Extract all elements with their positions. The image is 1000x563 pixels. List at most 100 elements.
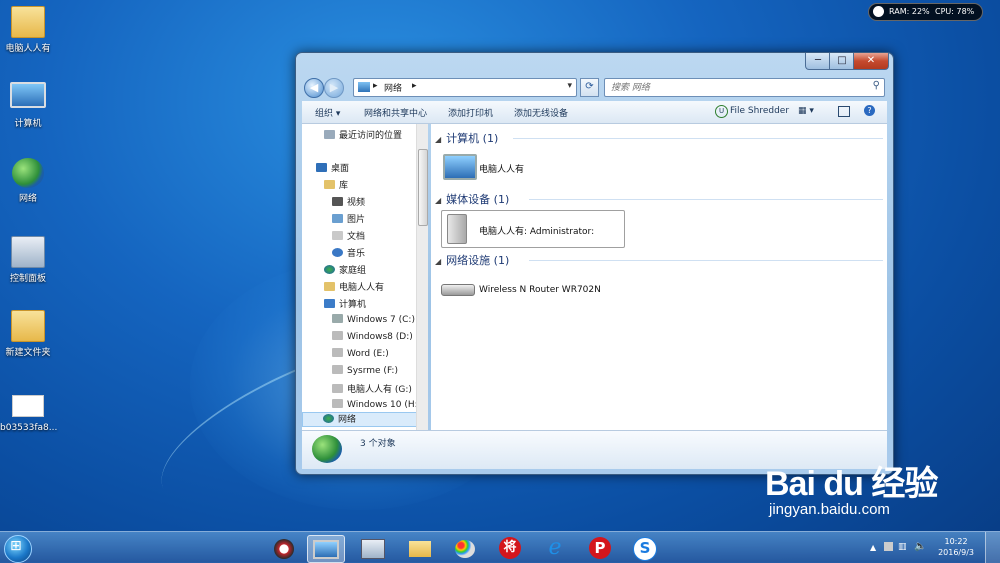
desktop-icon-network[interactable]: 网络 — [0, 158, 56, 204]
group-header-infrastructure[interactable]: ◢ 网络设施 (1) — [435, 252, 509, 268]
control-panel-icon — [11, 236, 45, 268]
nav-item-documents[interactable]: 文档 — [332, 229, 365, 242]
content-pane: ◢ 计算机 (1) 电脑人人有 ◢ 媒体设备 (1) 电脑人人有: Administ… — [431, 124, 887, 430]
shredder-icon: U — [715, 105, 728, 118]
network-sharing-center-button[interactable]: 网络和共享中心 — [364, 106, 427, 119]
paint-icon — [455, 539, 475, 558]
address-dropdown-icon[interactable]: ▾ — [567, 81, 572, 91]
clock-time: 10:22 — [944, 537, 968, 546]
taskbar-control-panel[interactable] — [355, 535, 391, 561]
add-wireless-device-button[interactable]: 添加无线设备 — [514, 106, 568, 119]
scroll-thumb[interactable] — [418, 149, 428, 226]
cpu-readout: CPU: 78% — [935, 7, 975, 16]
search-box[interactable]: ⚲ — [604, 78, 885, 97]
collapse-icon: ◢ — [435, 135, 442, 144]
nav-scrollbar[interactable] — [416, 124, 428, 430]
command-bar: 组织 ▾ 网络和共享中心 添加打印机 添加无线设备 U File Shredde… — [302, 101, 887, 124]
nav-item-drive[interactable]: 电脑人人有 (G:) — [332, 382, 412, 395]
desktop-icon-user-folder[interactable]: 电脑人人有 — [0, 6, 56, 54]
meter-icon — [873, 6, 884, 17]
nav-item-music[interactable]: 音乐 — [332, 246, 365, 259]
nav-item-recent[interactable]: 最近访问的位置 — [324, 128, 402, 141]
taskbar-chess[interactable]: 将 — [492, 535, 528, 561]
close-button[interactable]: ✕ — [853, 53, 889, 70]
object-count: 3 个对象 — [360, 439, 396, 449]
taskbar-ie[interactable]: e — [537, 535, 573, 561]
nav-item-videos[interactable]: 视频 — [332, 195, 365, 208]
preview-pane-icon[interactable] — [838, 106, 850, 117]
music-icon — [332, 248, 343, 257]
desktop-icon-control-panel[interactable]: 控制面板 — [0, 236, 56, 284]
explorer-window[interactable]: ─ □ ✕ ◀ ▶ ▸ 网络 ▸ ▾ ⟳ ⚲ 组织 ▾ 网络和共享中心 添加打印… — [295, 52, 894, 475]
nav-item-computer[interactable]: 计算机 — [324, 297, 366, 310]
taskbar-s-app[interactable]: S — [627, 535, 663, 561]
system-meter-widget[interactable]: RAM: 22% CPU: 78% — [868, 3, 983, 21]
organize-button[interactable]: 组织 ▾ — [315, 106, 340, 119]
view-options-icon[interactable]: ▦ ▾ — [798, 106, 814, 116]
clock-date: 2016/9/3 — [938, 548, 974, 557]
nav-item-drive[interactable]: Word (E:) — [332, 348, 389, 359]
taskbar-folder[interactable] — [402, 535, 438, 561]
address-sep: ▸ — [373, 81, 378, 91]
nav-item-user[interactable]: 电脑人人有 — [324, 280, 384, 293]
desktop-icon-label: 新建文件夹 — [5, 348, 51, 358]
group-header-computer[interactable]: ◢ 计算机 (1) — [435, 130, 498, 146]
navigation-pane: 最近访问的位置 桌面 库 视频 图片 文档 音乐 家庭组 电脑人人有 计算机 W… — [302, 124, 427, 430]
group-divider — [513, 138, 883, 139]
computer-icon — [10, 82, 46, 108]
group-divider — [529, 260, 883, 261]
taskbar-ccleaner[interactable] — [266, 535, 302, 561]
back-button[interactable]: ◀ — [304, 78, 324, 98]
computer-item[interactable]: 电脑人人有 — [479, 162, 524, 175]
taskbar-paint[interactable] — [447, 535, 483, 561]
minimize-button[interactable]: ─ — [805, 53, 831, 70]
desktop-icon-image-file[interactable]: b03533fa8... — [0, 395, 57, 433]
nav-item-homegroup[interactable]: 家庭组 — [324, 263, 366, 276]
add-printer-button[interactable]: 添加打印机 — [448, 106, 493, 119]
show-desktop-button[interactable] — [985, 532, 1000, 563]
refresh-button[interactable]: ⟳ — [580, 78, 599, 97]
tray-device-icon[interactable] — [884, 542, 893, 551]
nav-item-network[interactable]: 网络 — [302, 412, 422, 427]
tray-expand-icon[interactable]: ▲ — [870, 543, 876, 552]
taskbar-explorer-network[interactable] — [307, 535, 345, 563]
network-tray-icon[interactable]: ▥ — [898, 542, 907, 552]
breadcrumb-network[interactable]: 网络 — [384, 81, 402, 94]
nav-item-drive[interactable]: Sysrme (F:) — [332, 365, 398, 376]
network-icon — [12, 158, 44, 188]
volume-icon[interactable]: 🔈 — [914, 541, 926, 552]
search-input[interactable] — [605, 79, 861, 95]
nav-item-libraries[interactable]: 库 — [324, 178, 348, 191]
nav-item-pictures[interactable]: 图片 — [332, 212, 365, 225]
address-bar[interactable]: ▸ 网络 ▸ ▾ — [353, 78, 577, 97]
nav-item-desktop[interactable]: 桌面 — [316, 161, 349, 174]
chess-icon: 将 — [499, 537, 521, 559]
desktop-icon-label: 控制面板 — [9, 274, 46, 284]
group-header-media[interactable]: ◢ 媒体设备 (1) — [435, 191, 509, 207]
computer-icon — [443, 154, 477, 180]
taskbar: 将 e P S ▲ ▥ 🔈 10:22 2016/9/3 — [0, 531, 1000, 563]
nav-item-drive[interactable]: Windows8 (D:) — [332, 331, 413, 342]
desktop-icon — [316, 163, 327, 172]
p-app-icon: P — [589, 537, 611, 559]
help-icon[interactable]: ? — [864, 105, 875, 116]
desktop-icon-new-folder[interactable]: 新建文件夹 — [0, 310, 56, 358]
nav-item-drive[interactable]: Windows 10 (H:) — [332, 399, 421, 410]
network-icon — [312, 435, 342, 463]
maximize-button[interactable]: □ — [829, 53, 855, 70]
image-file-icon — [12, 395, 44, 417]
clock[interactable]: 10:22 2016/9/3 — [938, 536, 974, 558]
watermark-brand: Bai du 经验 — [765, 465, 938, 503]
forward-button[interactable]: ▶ — [324, 78, 344, 98]
notification-area: ▲ ▥ 🔈 10:22 2016/9/3 — [870, 532, 1000, 563]
desktop-icon-label: 网络 — [18, 194, 37, 204]
router-item[interactable]: Wireless N Router WR702N — [479, 285, 601, 295]
desktop-icon-computer[interactable]: 计算机 — [0, 82, 56, 129]
media-item-label: 电脑人人有: Administrator: — [479, 227, 595, 237]
nav-item-drive[interactable]: Windows 7 (C:) — [332, 314, 415, 325]
file-shredder-button[interactable]: File Shredder — [730, 106, 789, 116]
start-button[interactable] — [4, 535, 32, 563]
taskbar-p-app[interactable]: P — [582, 535, 618, 561]
video-icon — [332, 197, 343, 206]
ram-readout: RAM: 22% — [889, 7, 930, 16]
